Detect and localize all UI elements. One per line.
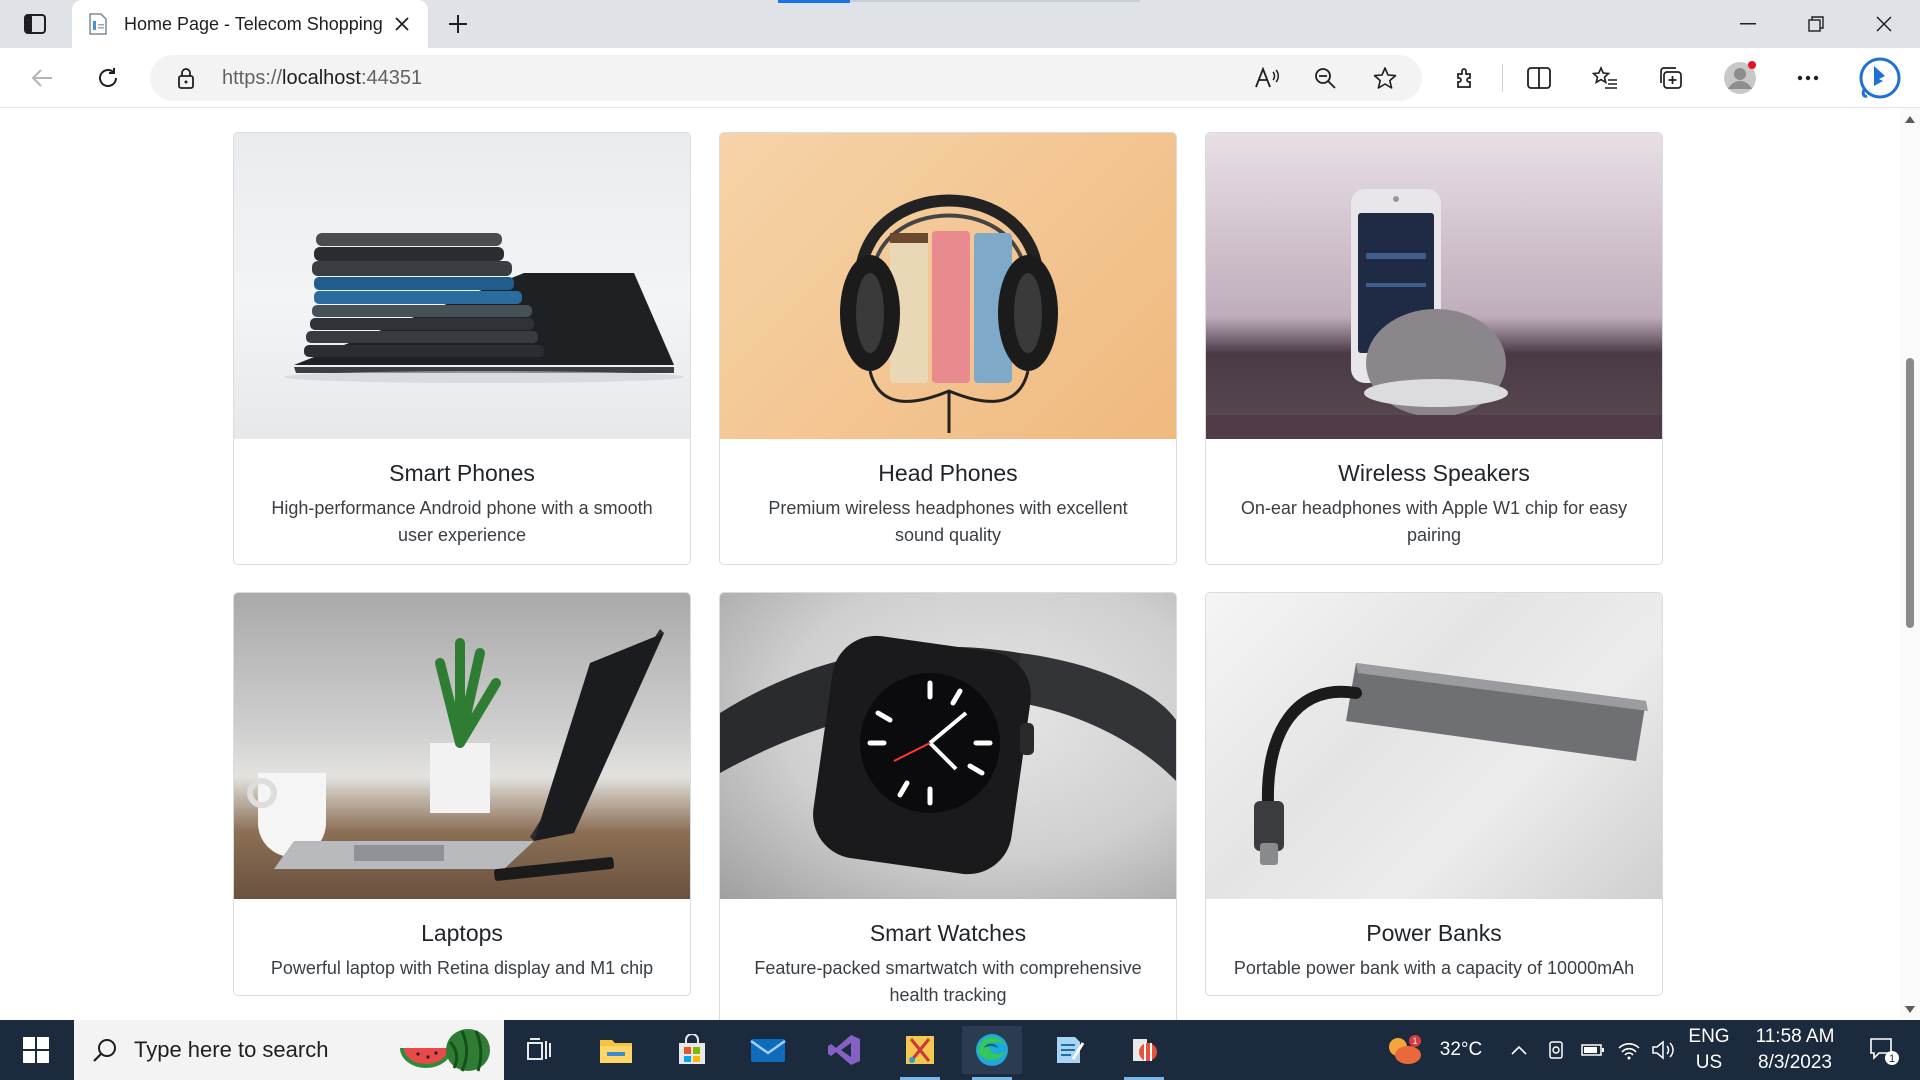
product-card-smart-watches[interactable]: Smart Watches Feature-packed smartwatch …: [719, 592, 1177, 1020]
profile-avatar-icon[interactable]: [1720, 60, 1760, 96]
favorite-star-icon[interactable]: [1366, 60, 1404, 96]
page-scrollbar[interactable]: [1900, 108, 1920, 1020]
bing-chat-icon[interactable]: [1858, 56, 1902, 100]
notification-center-icon[interactable]: 1: [1856, 1020, 1912, 1080]
more-options-icon[interactable]: [1788, 60, 1828, 96]
notepad-icon[interactable]: [1038, 1026, 1098, 1074]
url-text[interactable]: https://localhost:44351: [222, 67, 422, 90]
weather-icon[interactable]: 1: [1374, 1020, 1434, 1080]
card-description: Powerful laptop with Retina display and …: [270, 958, 654, 978]
visual-studio-icon[interactable]: [814, 1026, 874, 1074]
browser-tab-strip: Home Page - Telecom Shopping: [0, 0, 1920, 48]
tab-actions-icon[interactable]: [18, 10, 52, 38]
close-window-icon[interactable]: [1856, 8, 1912, 40]
zoom-out-icon[interactable]: [1306, 60, 1344, 96]
close-tab-icon[interactable]: [390, 12, 414, 36]
watermelon-icon: [398, 1026, 494, 1074]
search-icon: [90, 1035, 120, 1065]
phones-stack-image[interactable]: [234, 133, 690, 439]
address-bar[interactable]: https://localhost:44351: [150, 55, 1422, 101]
url-port: :44351: [360, 67, 423, 89]
card-description: Portable power bank with a capacity of 1…: [1233, 958, 1635, 978]
microsoft-store-icon[interactable]: [662, 1026, 722, 1074]
card-description: High-performance Android phone with a sm…: [271, 498, 653, 545]
card-title: Laptops: [421, 920, 503, 946]
product-card-head-phones[interactable]: Head Phones Premium wireless headphones …: [719, 132, 1177, 565]
card-description: Feature-packed smartwatch with comprehen…: [754, 958, 1142, 1005]
product-card-smart-phones[interactable]: Smart Phones High-performance Android ph…: [233, 132, 691, 565]
card-description: Premium wireless headphones with excelle…: [768, 498, 1128, 545]
input-language[interactable]: ENG US: [1684, 1020, 1734, 1080]
mail-icon[interactable]: [738, 1026, 798, 1074]
powerbank-image[interactable]: [1206, 593, 1662, 899]
collections-icon[interactable]: [1651, 60, 1691, 96]
restore-icon[interactable]: [1788, 8, 1844, 40]
browser-tab-active[interactable]: Home Page - Telecom Shopping: [72, 0, 428, 48]
page-icon: [86, 12, 110, 36]
card-title: Wireless Speakers: [1338, 460, 1530, 486]
notification-count: 1: [1889, 1053, 1895, 1065]
card-title: Power Banks: [1366, 920, 1502, 946]
headphones-books-image[interactable]: [720, 133, 1176, 439]
product-card-laptops[interactable]: Laptops Powerful laptop with Retina disp…: [233, 592, 691, 996]
product-card-wireless-speakers[interactable]: Wireless Speakers On-ear headphones with…: [1205, 132, 1663, 565]
smartwatch-image[interactable]: [720, 593, 1176, 899]
browser-toolbar: https://localhost:44351: [0, 48, 1920, 108]
chevron-up-icon[interactable]: [1502, 1020, 1536, 1080]
tab-title: Home Page - Telecom Shopping: [124, 13, 383, 34]
refresh-icon[interactable]: [88, 60, 128, 96]
card-title: Head Phones: [878, 460, 1018, 486]
snipping-tool-icon[interactable]: [890, 1026, 950, 1080]
file-explorer-icon[interactable]: [586, 1026, 646, 1074]
weather-temperature[interactable]: 32°C: [1428, 1020, 1494, 1080]
card-description: On-ear headphones with Apple W1 chip for…: [1240, 498, 1628, 545]
battery-icon[interactable]: [1576, 1020, 1610, 1080]
page-load-progress: [778, 0, 1140, 3]
product-card-power-banks[interactable]: Power Banks Portable power bank with a c…: [1205, 592, 1663, 996]
read-aloud-icon[interactable]: [1248, 60, 1286, 96]
edge-browser-icon[interactable]: [962, 1026, 1022, 1080]
scrollbar-thumb[interactable]: [1906, 358, 1914, 628]
back-icon[interactable]: [22, 60, 62, 96]
language-code: ENG: [1688, 1026, 1730, 1047]
url-host: localhost: [282, 67, 361, 89]
weather-alert-count: 1: [1412, 1036, 1417, 1046]
card-title: Smart Watches: [869, 920, 1027, 946]
clock-time: 11:58 AM: [1755, 1026, 1835, 1047]
windows-start-icon[interactable]: [12, 1030, 60, 1070]
windows-taskbar: Type here to search 1 32°C ENG US 11:58 …: [0, 1020, 1920, 1080]
debugger-app-icon[interactable]: [1114, 1026, 1174, 1080]
minimize-icon[interactable]: [1720, 8, 1776, 40]
task-view-icon[interactable]: [510, 1026, 570, 1074]
taskbar-search-box[interactable]: Type here to search: [74, 1020, 504, 1080]
favorites-icon[interactable]: [1585, 60, 1625, 96]
laptop-desk-image[interactable]: [234, 593, 690, 899]
new-tab-icon[interactable]: [442, 10, 474, 38]
card-title: Smart Phones: [389, 460, 535, 486]
lock-icon[interactable]: [174, 66, 198, 90]
clock[interactable]: 11:58 AM 8/3/2023: [1740, 1020, 1850, 1080]
url-scheme: https://: [222, 67, 283, 89]
search-placeholder: Type here to search: [134, 1037, 329, 1062]
region-code: US: [1695, 1052, 1723, 1073]
clock-date: 8/3/2023: [1758, 1052, 1832, 1073]
scroll-down-icon[interactable]: [1904, 1004, 1916, 1014]
meet-now-icon[interactable]: [1540, 1020, 1574, 1080]
split-screen-icon[interactable]: [1519, 60, 1559, 96]
extensions-icon[interactable]: [1446, 60, 1486, 96]
scroll-up-icon[interactable]: [1904, 114, 1916, 124]
wifi-icon[interactable]: [1612, 1020, 1646, 1080]
page-viewport: Smart Phones High-performance Android ph…: [0, 108, 1900, 1020]
speaker-phone-image[interactable]: [1206, 133, 1662, 439]
volume-icon[interactable]: [1646, 1020, 1680, 1080]
